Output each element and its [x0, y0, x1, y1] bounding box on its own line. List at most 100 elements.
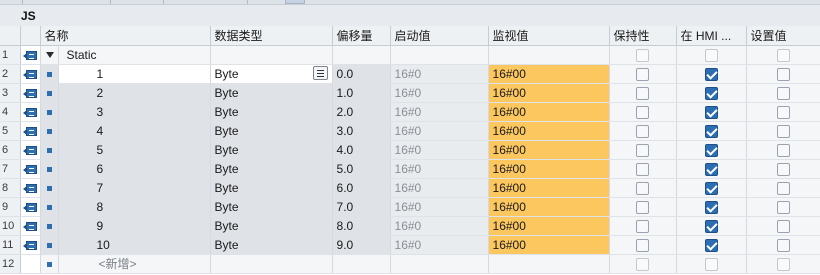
header-hmi[interactable]: 在 HMI ...	[676, 26, 747, 46]
retain-checkbox[interactable]	[636, 219, 650, 233]
name-cell[interactable]: 9	[58, 216, 211, 236]
interface-icon	[23, 221, 37, 232]
retain-checkbox[interactable]	[636, 162, 650, 176]
table-row[interactable]: 2 1 Byte 0.0 16#0 16#00	[0, 64, 820, 84]
offset-cell: 8.0	[332, 216, 391, 236]
add-new-label: <新增>	[98, 257, 137, 271]
hmi-checkbox[interactable]	[704, 238, 718, 252]
setpoint-checkbox[interactable]	[776, 48, 790, 62]
hmi-checkbox[interactable]	[704, 200, 718, 214]
setpoint-checkbox[interactable]	[776, 219, 790, 233]
data-type-cell[interactable]: Byte	[210, 159, 333, 179]
data-type-cell[interactable]: Byte	[210, 197, 333, 217]
header-monitor-value[interactable]: 监视值	[488, 26, 610, 46]
name-cell[interactable]: 3	[58, 102, 211, 122]
hmi-checkbox[interactable]	[704, 181, 718, 195]
table-row[interactable]: 4 3 Byte 2.0 16#0 16#00	[0, 102, 820, 122]
static-row[interactable]: 1 Static	[0, 45, 820, 65]
header-name[interactable]: 名称	[40, 26, 211, 46]
setpoint-checkbox[interactable]	[776, 257, 790, 271]
hmi-checkbox[interactable]	[704, 143, 718, 157]
hmi-checkbox[interactable]	[704, 124, 718, 138]
start-value-cell[interactable]: 16#0	[390, 64, 489, 84]
name-cell[interactable]: 4	[58, 121, 211, 141]
table-row[interactable]: 6 5 Byte 4.0 16#0 16#00	[0, 140, 820, 160]
table-row[interactable]: 10 9 Byte 8.0 16#0 16#00	[0, 216, 820, 236]
start-value-cell[interactable]: 16#0	[390, 216, 489, 236]
start-value-cell[interactable]: 16#0	[390, 235, 489, 255]
table-row[interactable]: 9 8 Byte 7.0 16#0 16#00	[0, 197, 820, 217]
retain-checkbox[interactable]	[636, 143, 650, 157]
retain-checkbox[interactable]	[636, 124, 650, 138]
start-value-cell[interactable]: 16#0	[390, 121, 489, 141]
header-setpoint[interactable]: 设置值	[746, 26, 820, 46]
name-cell[interactable]: 10	[58, 235, 211, 255]
header-retain[interactable]: 保持性	[609, 26, 677, 46]
setpoint-checkbox[interactable]	[776, 238, 790, 252]
data-type-cell[interactable]: Byte	[210, 83, 333, 103]
hmi-checkbox[interactable]	[704, 105, 718, 119]
start-value-cell[interactable]: 16#0	[390, 102, 489, 122]
retain-checkbox[interactable]	[636, 181, 650, 195]
table-row[interactable]: 11 10 Byte 9.0 16#0 16#00	[0, 235, 820, 255]
member-square-icon	[46, 261, 52, 267]
hmi-checkbox[interactable]	[704, 219, 718, 233]
retain-checkbox[interactable]	[636, 67, 650, 81]
start-value-cell[interactable]: 16#0	[390, 83, 489, 103]
setpoint-checkbox[interactable]	[776, 143, 790, 157]
data-type-cell[interactable]: Byte	[210, 178, 333, 198]
hmi-checkbox[interactable]	[704, 162, 718, 176]
name-cell[interactable]: 1	[58, 64, 211, 84]
retain-checkbox[interactable]	[636, 257, 650, 271]
retain-checkbox[interactable]	[636, 200, 650, 214]
retain-cell	[609, 83, 677, 103]
retain-checkbox[interactable]	[636, 48, 650, 62]
member-marker-cell	[40, 235, 59, 255]
data-type-cell[interactable]: Byte	[210, 140, 333, 160]
setpoint-checkbox[interactable]	[776, 86, 790, 100]
table-row[interactable]: 5 4 Byte 3.0 16#0 16#00	[0, 121, 820, 141]
interface-cell	[20, 102, 41, 122]
hmi-checkbox[interactable]	[704, 86, 718, 100]
name-cell[interactable]: 2	[58, 83, 211, 103]
add-new-row[interactable]: 12 <新增>	[0, 254, 820, 274]
hmi-checkbox[interactable]	[704, 48, 718, 62]
setpoint-checkbox[interactable]	[776, 105, 790, 119]
tab-selected[interactable]	[285, 0, 305, 4]
hmi-checkbox[interactable]	[704, 67, 718, 81]
setpoint-checkbox[interactable]	[776, 181, 790, 195]
expand-cell[interactable]	[40, 45, 59, 65]
header-start-value[interactable]: 启动值	[390, 26, 489, 46]
expand-triangle-icon[interactable]	[46, 52, 54, 59]
hmi-checkbox[interactable]	[704, 257, 718, 271]
setpoint-checkbox[interactable]	[776, 162, 790, 176]
data-type-cell[interactable]: Byte	[210, 121, 333, 141]
data-type-cell[interactable]: Byte	[210, 64, 333, 84]
retain-checkbox[interactable]	[636, 105, 650, 119]
static-name-cell[interactable]: Static	[58, 45, 211, 65]
name-cell[interactable]: 6	[58, 159, 211, 179]
data-type-cell[interactable]: Byte	[210, 235, 333, 255]
table-row[interactable]: 7 6 Byte 5.0 16#0 16#00	[0, 159, 820, 179]
retain-checkbox[interactable]	[636, 86, 650, 100]
start-value-cell[interactable]: 16#0	[390, 140, 489, 160]
data-type-cell[interactable]: Byte	[210, 102, 333, 122]
list-picker-icon[interactable]	[312, 65, 328, 80]
setpoint-checkbox[interactable]	[776, 67, 790, 81]
start-value-cell[interactable]: 16#0	[390, 159, 489, 179]
retain-checkbox[interactable]	[636, 238, 650, 252]
tab-divider	[163, 0, 164, 4]
name-cell[interactable]: 7	[58, 178, 211, 198]
data-type-cell[interactable]: Byte	[210, 216, 333, 236]
start-value-cell[interactable]: 16#0	[390, 178, 489, 198]
header-offset[interactable]: 偏移量	[332, 26, 391, 46]
table-row[interactable]: 3 2 Byte 1.0 16#0 16#00	[0, 83, 820, 103]
name-cell[interactable]: 5	[58, 140, 211, 160]
setpoint-checkbox[interactable]	[776, 200, 790, 214]
add-name-cell[interactable]: <新增>	[58, 254, 211, 274]
start-value-cell[interactable]: 16#0	[390, 197, 489, 217]
setpoint-checkbox[interactable]	[776, 124, 790, 138]
table-row[interactable]: 8 7 Byte 6.0 16#0 16#00	[0, 178, 820, 198]
name-cell[interactable]: 8	[58, 197, 211, 217]
header-data-type[interactable]: 数据类型	[210, 26, 333, 46]
